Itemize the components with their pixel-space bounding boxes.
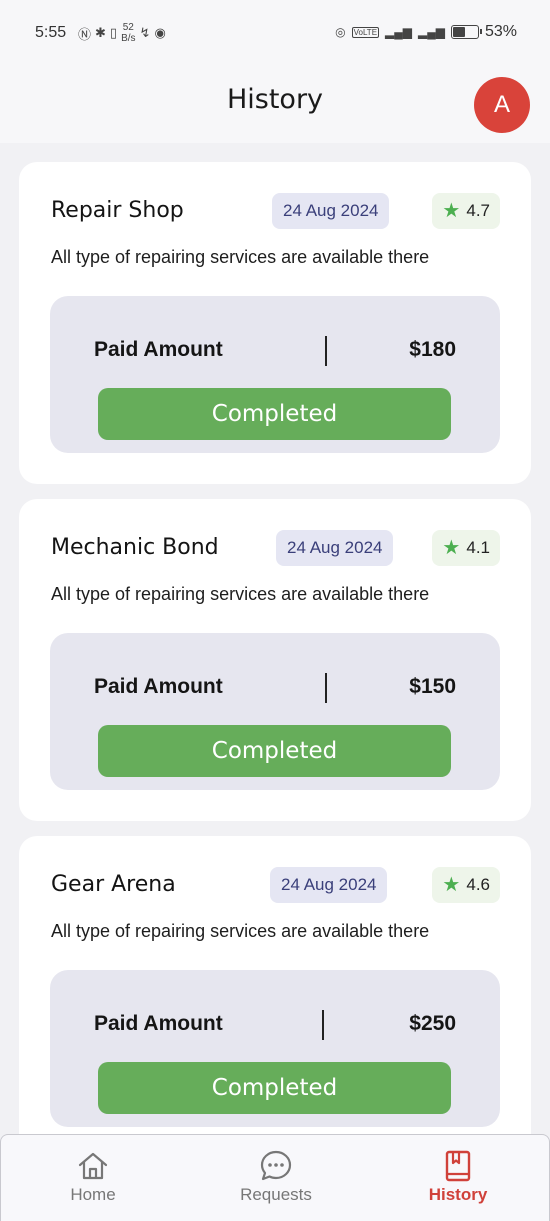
payment-box: Paid Amount $180 Completed — [50, 296, 500, 453]
nav-label-history: History — [428, 1185, 488, 1204]
rating-badge: ★ 4.6 — [432, 867, 500, 903]
paid-amount-value: $150 — [409, 675, 456, 698]
payment-box: Paid Amount $150 Completed — [50, 633, 500, 790]
shop-name: Gear Arena — [51, 872, 176, 897]
paid-amount-value: $180 — [409, 338, 456, 361]
shop-description: All type of repairing services are avail… — [51, 921, 430, 941]
rating-badge: ★ 4.7 — [432, 193, 500, 229]
shop-name: Repair Shop — [51, 198, 184, 223]
net-speed: 52 B/s — [121, 22, 135, 44]
star-icon: ★ — [442, 537, 461, 559]
hotspot-icon: ◎ — [335, 25, 346, 39]
date-badge: 24 Aug 2024 — [276, 530, 394, 566]
signal-icon: ▂▄▆ — [385, 25, 412, 39]
battery-percent: 53% — [484, 23, 517, 40]
nav-item-history[interactable]: History — [403, 1149, 513, 1205]
signal-icon-2: ▂▄▆ — [418, 25, 445, 39]
date-badge: 24 Aug 2024 — [270, 867, 388, 903]
bottom-nav: Home Requests History — [0, 1134, 550, 1221]
completed-button[interactable]: Completed — [98, 1062, 451, 1114]
rating-value: 4.6 — [466, 875, 490, 894]
page-title: History — [226, 84, 324, 115]
nav-label-home: Home — [70, 1185, 116, 1204]
bluetooth-icon: ✱ — [95, 25, 106, 41]
battery-fill — [452, 27, 465, 37]
rating-badge: ★ 4.1 — [432, 530, 500, 566]
divider — [325, 336, 327, 366]
date-badge: 24 Aug 2024 — [272, 193, 390, 229]
volte-badge: VoLTE — [351, 26, 380, 38]
home-icon — [78, 1152, 108, 1180]
avatar[interactable]: A — [474, 77, 530, 133]
shop-description: All type of repairing services are avail… — [51, 584, 430, 604]
status-bar: 5:55 Ⓝ ✱ ▯ 52 B/s ↯ ◉ ◎ VoLTE ▂▄▆ ▂▄▆ 53… — [0, 0, 550, 70]
rating-value: 4.1 — [466, 538, 490, 557]
nav-item-home[interactable]: Home — [38, 1149, 148, 1205]
star-icon: ★ — [442, 200, 461, 222]
completed-button[interactable]: Completed — [98, 388, 451, 440]
divider — [322, 1010, 324, 1040]
paid-amount-label: Paid Amount — [94, 1012, 223, 1035]
status-left-icons: Ⓝ ✱ ▯ 52 B/s ↯ ◉ — [78, 22, 166, 44]
vibrate-icon: ▯ — [109, 25, 118, 41]
paid-amount-label: Paid Amount — [94, 338, 223, 361]
app-notification-icon: ◉ — [154, 25, 166, 41]
shop-description: All type of repairing services are avail… — [51, 247, 430, 267]
net-speed-value: 52 — [122, 22, 134, 33]
history-card[interactable]: Gear Arena 24 Aug 2024 ★ 4.6 All type of… — [19, 836, 531, 1158]
chat-bubble-icon — [260, 1150, 292, 1181]
nav-label-requests: Requests — [240, 1185, 312, 1204]
status-right-icons: ◎ VoLTE ▂▄▆ ▂▄▆ 53% — [335, 23, 517, 41]
net-speed-unit: B/s — [121, 33, 136, 44]
payment-box: Paid Amount $250 Completed — [50, 970, 500, 1127]
shop-name: Mechanic Bond — [51, 535, 219, 560]
rating-value: 4.7 — [466, 201, 490, 220]
history-card[interactable]: Mechanic Bond 24 Aug 2024 ★ 4.1 All type… — [19, 499, 531, 821]
book-bookmark-icon — [445, 1150, 471, 1182]
star-icon: ★ — [442, 874, 461, 896]
divider — [325, 673, 327, 703]
app-header: History A — [0, 70, 550, 143]
completed-button[interactable]: Completed — [98, 725, 451, 777]
history-card[interactable]: Repair Shop 24 Aug 2024 ★ 4.7 All type o… — [19, 162, 531, 484]
nav-item-requests[interactable]: Requests — [221, 1149, 331, 1205]
missed-call-icon: ↯ — [139, 25, 151, 41]
paid-amount-label: Paid Amount — [94, 675, 223, 698]
battery-icon — [450, 25, 482, 39]
paid-amount-value: $250 — [409, 1012, 456, 1035]
nfc-icon: Ⓝ — [78, 27, 92, 43]
status-time: 5:55 — [35, 24, 67, 41]
